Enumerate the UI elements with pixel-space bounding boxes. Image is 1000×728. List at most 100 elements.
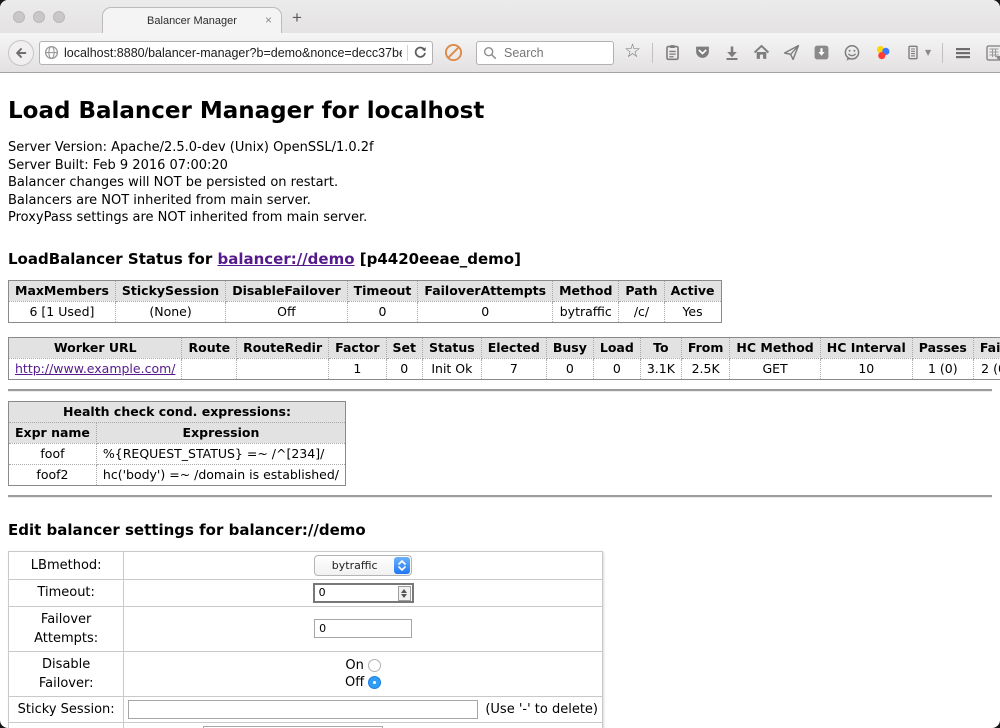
search-icon bbox=[483, 46, 497, 60]
lbmethod-selected-value: bytraffic bbox=[315, 556, 394, 575]
server-built: Server Built: Feb 9 2016 07:00:20 bbox=[8, 157, 992, 175]
form-row-lbmethod: LBmethod: bytraffic bbox=[9, 551, 603, 579]
cell-expr-name: foof2 bbox=[9, 464, 97, 485]
chevron-down-icon[interactable]: ▼ bbox=[925, 48, 931, 57]
col-to: To bbox=[640, 337, 681, 358]
col-path: Path bbox=[619, 280, 664, 301]
health-table-title: Health check cond. expressions: bbox=[9, 401, 346, 422]
bookmarks-clipboard-icon[interactable] bbox=[664, 44, 681, 61]
home-icon[interactable] bbox=[753, 44, 770, 61]
block-content-icon[interactable] bbox=[444, 43, 463, 62]
url-bar[interactable]: localhost:8880/balancer-manager?b=demo&n… bbox=[39, 41, 433, 65]
tab-bar: Balancer Manager × + bbox=[0, 0, 1000, 33]
col-worker-url: Worker URL bbox=[9, 337, 182, 358]
download-panel-icon[interactable] bbox=[813, 44, 830, 61]
disable-failover-on-radio[interactable] bbox=[368, 659, 381, 672]
page-title: Load Balancer Manager for localhost bbox=[8, 98, 992, 124]
cell-from: 2.5K bbox=[681, 358, 730, 379]
worker-table: Worker URL Route RouteRedir Factor Set S… bbox=[8, 337, 1000, 380]
downloads-icon[interactable] bbox=[724, 45, 740, 61]
cell-elected: 7 bbox=[481, 358, 546, 379]
send-plane-icon[interactable] bbox=[783, 44, 800, 61]
failover-attempts-label: Failover Attempts: bbox=[9, 606, 124, 651]
notice-proxypass: ProxyPass settings are NOT inherited fro… bbox=[8, 209, 992, 227]
tab-title: Balancer Manager bbox=[147, 15, 237, 27]
colors-extension-icon[interactable] bbox=[874, 44, 892, 62]
bookmark-star-icon[interactable]: ☆ bbox=[624, 42, 641, 61]
failover-attempts-input[interactable] bbox=[314, 619, 412, 638]
radio-on-label: On bbox=[345, 658, 363, 673]
toolbar-separator bbox=[942, 43, 943, 63]
url-separator bbox=[407, 45, 408, 61]
expr-row: foof %{REQUEST_STATUS} =~ /^[234]/ bbox=[9, 443, 346, 464]
close-tab-icon[interactable]: × bbox=[265, 14, 272, 26]
col-hc-method: HC Method bbox=[730, 337, 820, 358]
number-stepper-icon[interactable] bbox=[398, 586, 411, 601]
select-stepper-icon bbox=[394, 557, 410, 574]
browser-window: Balancer Manager × + localhost:8880/bala… bbox=[0, 0, 1000, 728]
health-check-table: Health check cond. expressions: Expr nam… bbox=[8, 401, 346, 486]
pocket-icon[interactable] bbox=[694, 44, 711, 61]
disable-failover-off-radio[interactable] bbox=[368, 676, 381, 689]
col-route: Route bbox=[182, 337, 237, 358]
col-factor: Factor bbox=[329, 337, 386, 358]
new-tab-button[interactable]: + bbox=[292, 8, 302, 28]
zoom-window-button[interactable] bbox=[53, 11, 65, 23]
cell-timeout: 0 bbox=[347, 301, 418, 322]
tab-groups-icon[interactable] bbox=[985, 44, 1000, 62]
tab-balancer-manager[interactable]: Balancer Manager × bbox=[102, 7, 282, 34]
balancer-demo-link[interactable]: balancer://demo bbox=[217, 250, 354, 268]
url-text[interactable]: localhost:8880/balancer-manager?b=demo&n… bbox=[64, 46, 402, 60]
status-heading-suffix: [p4420eeae_demo] bbox=[355, 250, 521, 268]
lbmethod-select[interactable]: bytraffic bbox=[314, 555, 412, 576]
cell-route bbox=[182, 358, 237, 379]
form-row-add-worker: Add New Worker: Are you sure? bbox=[9, 722, 603, 728]
notice-persist: Balancer changes will NOT be persisted o… bbox=[8, 174, 992, 192]
sticky-session-hint: (Use '-' to delete) bbox=[485, 700, 598, 719]
col-disablefailover: DisableFailover bbox=[226, 280, 347, 301]
menu-icon[interactable] bbox=[954, 45, 972, 61]
col-load: Load bbox=[593, 337, 640, 358]
cell-maxmembers: 6 [1 Used] bbox=[9, 301, 116, 322]
col-passes: Passes bbox=[912, 337, 973, 358]
feedback-smiley-icon[interactable] bbox=[843, 44, 861, 62]
navigation-toolbar: localhost:8880/balancer-manager?b=demo&n… bbox=[0, 33, 1000, 73]
back-icon bbox=[14, 46, 28, 60]
expr-row: foof2 hc('body') =~ /domain is establish… bbox=[9, 464, 346, 485]
minimize-window-button[interactable] bbox=[33, 11, 45, 23]
page-content: Load Balancer Manager for localhost Serv… bbox=[0, 98, 1000, 728]
cell-stickysession: (None) bbox=[115, 301, 225, 322]
globe-icon bbox=[44, 45, 59, 60]
close-window-button[interactable] bbox=[13, 11, 25, 23]
sticky-session-input[interactable] bbox=[128, 700, 478, 719]
search-input[interactable] bbox=[502, 45, 607, 61]
cell-fails: 2 (0) bbox=[973, 358, 1000, 379]
col-status: Status bbox=[423, 337, 482, 358]
col-routeredir: RouteRedir bbox=[237, 337, 329, 358]
window-controls bbox=[13, 11, 65, 23]
back-button[interactable] bbox=[8, 40, 34, 66]
lbmethod-label: LBmethod: bbox=[9, 551, 124, 579]
form-row-timeout: Timeout: bbox=[9, 579, 603, 606]
worker-url-link[interactable]: http://www.example.com/ bbox=[15, 361, 175, 376]
toolbar-separator bbox=[652, 43, 653, 63]
col-timeout: Timeout bbox=[347, 280, 418, 301]
balancer-status-table: MaxMembers StickySession DisableFailover… bbox=[8, 280, 722, 323]
divider bbox=[8, 389, 992, 392]
archive-extension-icon[interactable] bbox=[905, 44, 921, 61]
server-info: Server Version: Apache/2.5.0-dev (Unix) … bbox=[8, 139, 992, 227]
table-header-row: Expr name Expression bbox=[9, 422, 346, 443]
sticky-session-label: Sticky Session: bbox=[9, 696, 124, 722]
table-header-row: Worker URL Route RouteRedir Factor Set S… bbox=[9, 337, 1000, 358]
cell-routeredir bbox=[237, 358, 329, 379]
reload-icon[interactable] bbox=[413, 45, 428, 60]
cell-set: 0 bbox=[386, 358, 422, 379]
table-title-row: Health check cond. expressions: bbox=[9, 401, 346, 422]
edit-balancer-form: LBmethod: bytraffic Timeout: bbox=[8, 551, 603, 728]
timeout-label: Timeout: bbox=[9, 579, 124, 606]
loadbalancer-status-heading: LoadBalancer Status for balancer://demo … bbox=[8, 250, 992, 268]
cell-disablefailover: Off bbox=[226, 301, 347, 322]
search-bar[interactable] bbox=[476, 41, 614, 65]
col-failoverattempts: FailoverAttempts bbox=[418, 280, 553, 301]
cell-expression: %{REQUEST_STATUS} =~ /^[234]/ bbox=[96, 443, 345, 464]
